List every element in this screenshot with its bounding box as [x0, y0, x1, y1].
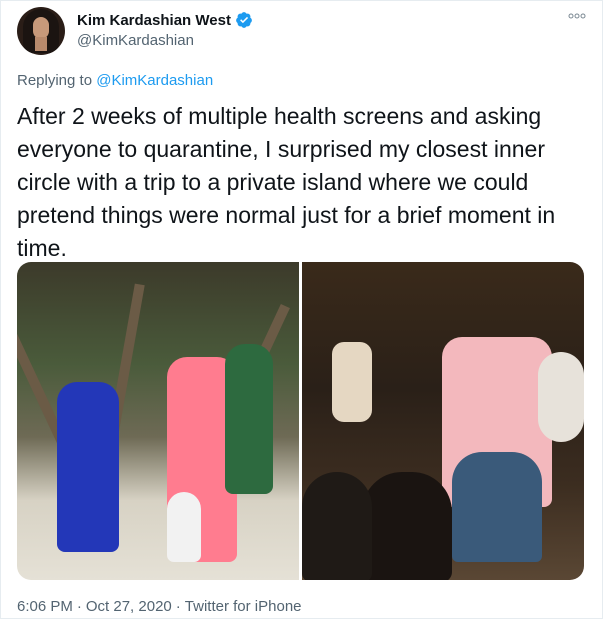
tweet-card: Kim Kardashian West @KimKardashian Reply… [0, 0, 603, 619]
replying-to: Replying to @KimKardashian [17, 72, 213, 89]
more-options-icon[interactable] [568, 11, 586, 21]
verified-badge-icon [236, 12, 252, 28]
avatar[interactable] [17, 7, 65, 55]
tweet-text: After 2 weeks of multiple health screens… [17, 103, 556, 261]
tweet-date[interactable]: Oct 27, 2020 [86, 598, 172, 615]
replying-to-label: Replying to [17, 72, 93, 89]
media-grid [17, 262, 584, 580]
replying-to-mention[interactable]: @KimKardashian [96, 72, 213, 89]
display-name[interactable]: Kim Kardashian West [77, 12, 231, 29]
author-name-row: Kim Kardashian West [77, 11, 253, 29]
tweet-meta: 6:06 PM · Oct 27, 2020 · Twitter for iPhone [17, 598, 302, 615]
photo-1[interactable] [17, 262, 299, 580]
tweet-source[interactable]: Twitter for iPhone [185, 598, 302, 615]
tweet-time[interactable]: 6:06 PM [17, 598, 73, 615]
author-handle[interactable]: @KimKardashian [77, 32, 194, 49]
photo-2[interactable] [302, 262, 584, 580]
